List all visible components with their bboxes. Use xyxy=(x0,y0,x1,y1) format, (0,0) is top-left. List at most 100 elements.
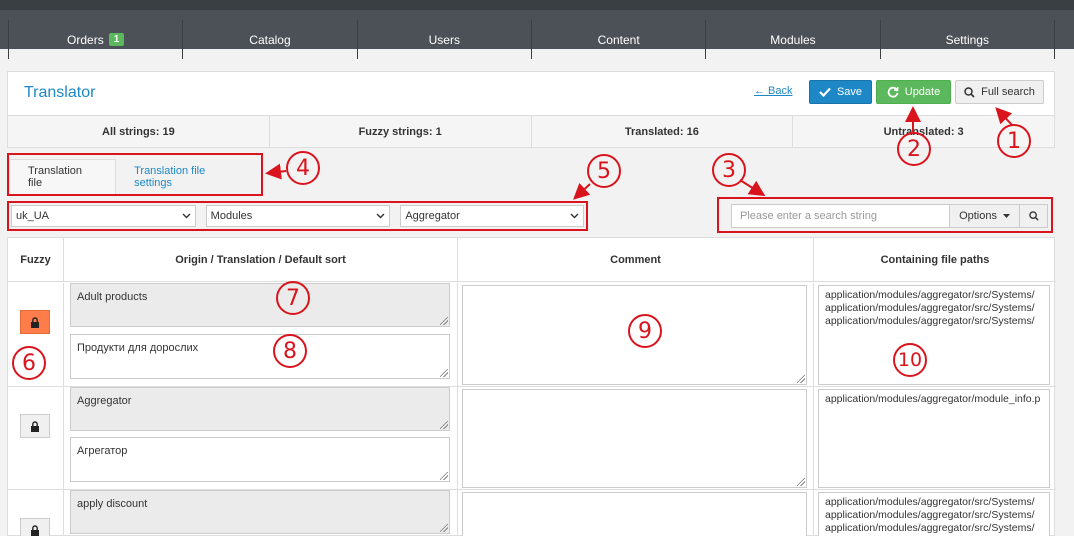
fuzzy-cell xyxy=(8,387,64,489)
chevron-down-icon xyxy=(570,213,579,219)
module-select[interactable]: Aggregator xyxy=(400,205,585,227)
search-options-label: Options xyxy=(959,210,997,222)
comment-textarea[interactable] xyxy=(462,492,807,536)
chevron-down-icon xyxy=(376,213,385,219)
nav-item-label: Catalog xyxy=(249,32,291,47)
lock-icon xyxy=(31,420,39,432)
search-icon xyxy=(964,86,975,98)
orders-count-badge: 1 xyxy=(108,33,125,46)
file-path: application/modules/aggregator/src/Syste… xyxy=(825,315,1035,327)
full-search-button[interactable]: Full search xyxy=(955,80,1044,104)
file-selectors: uk_UA Modules Aggregator xyxy=(7,201,588,231)
nav-item-modules[interactable]: Modules xyxy=(706,20,881,59)
locale-select[interactable]: uk_UA xyxy=(11,205,196,227)
origin-textarea[interactable]: Aggregator xyxy=(70,387,450,431)
translation-textarea[interactable]: Продукти для дорослих xyxy=(70,334,450,379)
annotation-arrow-5 xyxy=(573,182,591,200)
origin-text: apply discount xyxy=(77,498,148,510)
file-path: application/modules/aggregator/src/Syste… xyxy=(825,522,1035,534)
fuzzy-toggle-button[interactable] xyxy=(20,310,50,334)
origin-cell: Adult products Продукти для дорослих xyxy=(64,283,458,386)
annotation-marker-6: 6 xyxy=(12,346,46,380)
locale-select-value: uk_UA xyxy=(16,210,50,222)
annotation-marker-1: 1 xyxy=(997,124,1031,158)
annotation-marker-3: 3 xyxy=(712,153,746,187)
annotation-marker-10: 10 xyxy=(893,343,927,377)
search-button[interactable] xyxy=(1020,204,1048,228)
nav-item-orders[interactable]: Orders 1 xyxy=(8,20,184,59)
page-title: Translator xyxy=(24,84,96,101)
resize-handle[interactable] xyxy=(440,317,448,325)
nav-item-label: Modules xyxy=(770,32,816,47)
stat-all-strings: All strings: 19 xyxy=(8,116,270,147)
resize-handle[interactable] xyxy=(797,478,805,486)
resize-handle[interactable] xyxy=(440,421,448,429)
full-search-button-label: Full search xyxy=(981,86,1035,98)
file-path: application/modules/aggregator/src/Syste… xyxy=(825,509,1035,521)
column-header-comment: Comment xyxy=(458,238,814,282)
type-select[interactable]: Modules xyxy=(205,205,391,227)
translation-tabs: Translation file Translation file settin… xyxy=(7,153,263,196)
resize-handle[interactable] xyxy=(440,369,448,377)
annotation-marker-2: 2 xyxy=(897,132,931,166)
fuzzy-toggle-button[interactable] xyxy=(20,414,50,438)
fuzzy-toggle-button[interactable] xyxy=(20,518,50,536)
refresh-icon xyxy=(887,86,899,98)
search-input[interactable]: Please enter a search string xyxy=(731,204,951,228)
search-icon xyxy=(1028,211,1039,221)
nav-item-content[interactable]: Content xyxy=(532,20,707,59)
file-path: application/modules/aggregator/src/Syste… xyxy=(825,496,1035,508)
comment-cell xyxy=(458,387,814,489)
fuzzy-cell xyxy=(8,490,64,536)
annotation-marker-8: 8 xyxy=(273,334,307,368)
nav-item-label: Content xyxy=(597,32,640,47)
comment-cell xyxy=(458,490,814,536)
translation-table: Fuzzy Origin / Translation / Default sor… xyxy=(7,237,1056,536)
paths-textarea[interactable]: application/modules/aggregator/src/Syste… xyxy=(818,285,1050,385)
tab-translation-file-settings[interactable]: Translation file settings xyxy=(116,159,261,194)
chevron-down-icon xyxy=(182,213,191,219)
annotation-marker-5: 5 xyxy=(587,154,621,188)
save-button[interactable]: Save xyxy=(809,80,872,104)
paths-cell: application/modules/aggregator/module_in… xyxy=(814,387,1056,489)
resize-handle[interactable] xyxy=(440,472,448,480)
nav-item-label: Orders xyxy=(67,32,104,47)
stat-fuzzy-strings: Fuzzy strings: 1 xyxy=(270,116,532,147)
nav-item-catalog[interactable]: Catalog xyxy=(183,20,358,59)
translation-textarea[interactable]: Агрегатор xyxy=(70,437,450,482)
back-link[interactable]: ← Back xyxy=(754,85,793,97)
paths-textarea[interactable]: application/modules/aggregator/src/Syste… xyxy=(818,492,1050,536)
annotation-arrow-3 xyxy=(739,179,766,197)
resize-handle[interactable] xyxy=(440,524,448,532)
translation-text: Агрегатор xyxy=(77,445,128,457)
module-select-value: Aggregator xyxy=(405,210,460,222)
nav-item-settings[interactable]: Settings xyxy=(881,20,1055,59)
comment-textarea[interactable] xyxy=(462,389,807,488)
file-path: application/modules/aggregator/src/Syste… xyxy=(825,289,1035,301)
tab-translation-file[interactable]: Translation file xyxy=(9,159,117,194)
update-button-label: Update xyxy=(904,86,941,98)
nav-item-label: Users xyxy=(428,32,460,47)
type-select-value: Modules xyxy=(210,210,253,222)
origin-cell: Aggregator Агрегатор xyxy=(64,387,458,489)
origin-text: Adult products xyxy=(77,291,148,303)
paths-textarea[interactable]: application/modules/aggregator/module_in… xyxy=(818,389,1050,488)
column-header-paths: Containing file paths xyxy=(814,238,1056,282)
nav-item-users[interactable]: Users xyxy=(358,20,532,59)
table-row: apply discount application/modules/aggre… xyxy=(8,490,1056,536)
search-bar: Please enter a search string Options xyxy=(717,197,1053,233)
origin-cell: apply discount xyxy=(64,490,458,536)
column-header-fuzzy: Fuzzy xyxy=(8,238,64,282)
translator-header-panel: Translator ← Back Save Update Full searc… xyxy=(7,71,1055,148)
lock-icon xyxy=(31,316,39,328)
update-button[interactable]: Update xyxy=(876,80,951,104)
search-options-dropdown[interactable]: Options xyxy=(950,204,1020,228)
origin-textarea[interactable]: apply discount xyxy=(70,490,450,534)
annotation-marker-9: 9 xyxy=(628,314,662,348)
resize-handle[interactable] xyxy=(797,375,805,383)
save-button-label: Save xyxy=(836,86,863,98)
check-icon xyxy=(819,87,831,97)
origin-textarea[interactable]: Adult products xyxy=(70,283,450,327)
annotation-marker-4: 4 xyxy=(286,151,320,185)
stat-translated: Translated: 16 xyxy=(532,116,794,147)
